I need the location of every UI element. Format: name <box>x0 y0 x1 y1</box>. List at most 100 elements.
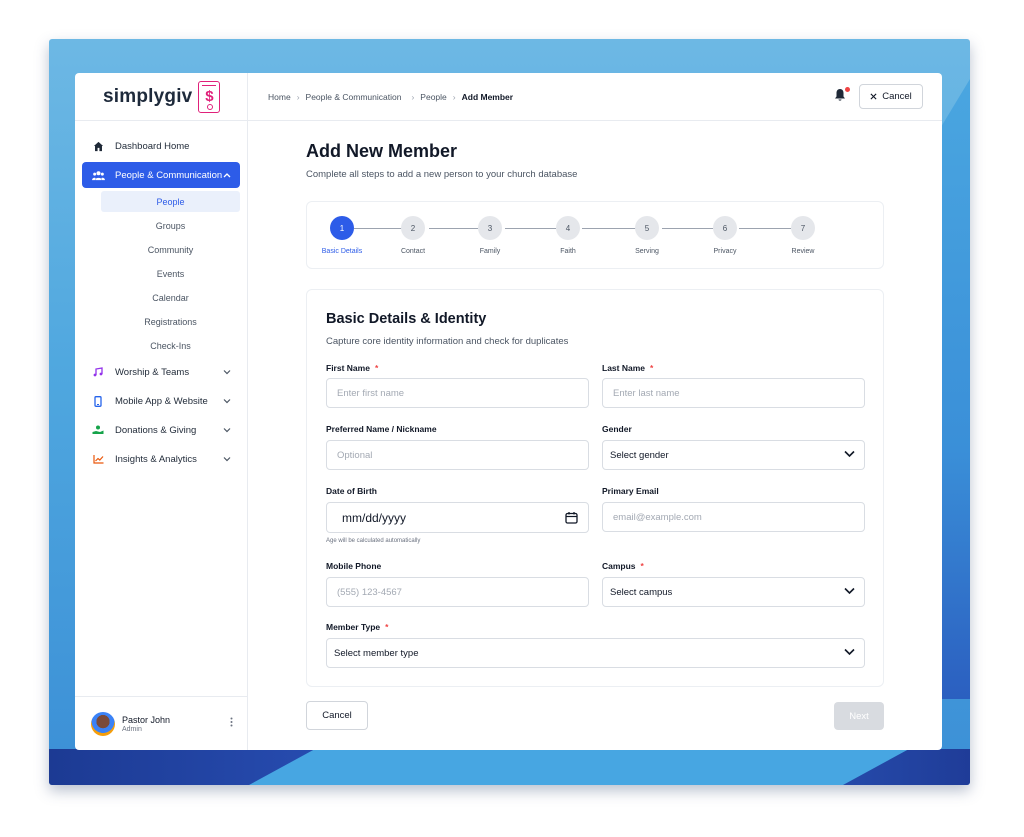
sidebar-subitem-label: Registrations <box>144 316 197 327</box>
mobile-phone-label: Mobile Phone <box>326 561 382 571</box>
sidebar-subitem-check-ins[interactable]: Check-Ins <box>101 335 240 356</box>
first-name-input[interactable] <box>326 378 589 408</box>
sidebar-subitem-calendar[interactable]: Calendar <box>101 287 240 308</box>
email-input[interactable] <box>602 502 865 532</box>
step-number: 1 <box>330 216 354 240</box>
select-value: Select member type <box>334 647 419 659</box>
last-name-input[interactable] <box>602 378 865 408</box>
sidebar-item-donations-giving[interactable]: Donations & Giving <box>82 417 240 443</box>
kebab-menu-icon[interactable] <box>230 717 233 730</box>
step-contact[interactable]: 2 Contact <box>393 216 433 255</box>
last-name-label: Last Name * <box>602 363 653 373</box>
backdrop-shape <box>249 749 909 785</box>
form-subtitle: Capture core identity information and ch… <box>326 336 569 347</box>
cancel-button[interactable]: Cancel <box>306 701 368 730</box>
sidebar-subitem-community[interactable]: Community <box>101 239 240 260</box>
sidebar-subitem-events[interactable]: Events <box>101 263 240 284</box>
logo-glyph: $ <box>205 88 214 105</box>
step-number: 6 <box>713 216 737 240</box>
form-card: Basic Details & Identity Capture core id… <box>306 289 884 687</box>
backdrop-shape <box>940 79 970 699</box>
dob-input[interactable]: mm/dd/yyyy <box>326 502 589 533</box>
next-label: Next <box>849 710 869 722</box>
gender-select[interactable]: Select gender <box>602 440 865 470</box>
sidebar-item-worship-teams[interactable]: Worship & Teams <box>82 359 240 385</box>
music-note-icon <box>91 365 105 379</box>
member-type-select[interactable]: Select member type <box>326 638 865 668</box>
step-number: 3 <box>478 216 502 240</box>
user-profile[interactable]: Pastor John Admin <box>75 696 247 750</box>
select-value: Select gender <box>610 449 669 461</box>
step-number: 4 <box>556 216 580 240</box>
step-serving[interactable]: 5 Serving <box>627 216 667 255</box>
label-text: Member Type <box>326 622 381 632</box>
breadcrumb-people[interactable]: People <box>420 92 446 102</box>
breadcrumb: Home › People & Communication › People ›… <box>268 92 513 102</box>
step-privacy[interactable]: 6 Privacy <box>705 216 745 255</box>
breadcrumb-people-communication[interactable]: People & Communication <box>306 92 402 102</box>
step-label: Review <box>791 248 815 255</box>
chevron-down-icon <box>223 367 231 377</box>
cancel-top-button[interactable]: Cancel <box>859 84 923 109</box>
breadcrumb-home[interactable]: Home <box>268 92 291 102</box>
member-type-label: Member Type * <box>326 622 388 632</box>
required-asterisk: * <box>374 363 379 373</box>
dob-value: mm/dd/yyyy <box>342 510 407 525</box>
mobile-phone-input[interactable] <box>326 577 589 607</box>
breadcrumb-current: Add Member <box>461 91 514 102</box>
logo[interactable]: simplygiv $ <box>75 73 247 121</box>
sidebar-subitem-label: People <box>156 196 185 207</box>
step-label: Basic Details <box>321 248 363 255</box>
sidebar-subitem-people[interactable]: People <box>101 191 240 212</box>
campus-label: Campus * <box>602 561 644 571</box>
dob-label: Date of Birth <box>326 486 377 496</box>
cancel-label: Cancel <box>322 710 352 721</box>
step-number: 5 <box>635 216 659 240</box>
users-icon <box>91 168 105 182</box>
step-number: 7 <box>791 216 815 240</box>
step-basic-details[interactable]: 1 Basic Details <box>322 216 362 255</box>
step-label: Serving <box>635 248 659 255</box>
close-icon <box>870 93 877 100</box>
sidebar-subitem-label: Check-Ins <box>150 340 191 351</box>
avatar <box>91 711 115 736</box>
profile-name: Pastor John <box>122 714 171 725</box>
home-icon <box>91 139 105 153</box>
select-value: Select campus <box>610 586 673 598</box>
next-button[interactable]: Next <box>834 702 884 730</box>
mobile-icon <box>91 394 105 408</box>
step-review[interactable]: 7 Review <box>783 216 823 255</box>
step-family[interactable]: 3 Family <box>470 216 510 255</box>
sidebar-subitem-groups[interactable]: Groups <box>101 215 240 236</box>
top-bar: Home › People & Communication › People ›… <box>248 73 942 121</box>
stepper: 1 Basic Details 2 Contact 3 Family 4 Fai… <box>306 201 884 269</box>
step-label: Faith <box>560 248 576 255</box>
sidebar-item-people-communication[interactable]: People & Communication <box>82 162 240 188</box>
preferred-name-input[interactable] <box>326 440 589 470</box>
campus-select[interactable]: Select campus <box>602 577 865 607</box>
hand-coin-icon <box>91 423 105 437</box>
sidebar-subitem-registrations[interactable]: Registrations <box>101 311 240 332</box>
label-text: Last Name <box>602 363 645 373</box>
chevron-down-icon <box>844 587 855 598</box>
chevron-down-icon <box>223 425 231 435</box>
sidebar-nav: Dashboard Home People & Communication Pe… <box>75 121 247 475</box>
chevron-right-icon: › <box>411 91 415 102</box>
step-faith[interactable]: 4 Faith <box>548 216 588 255</box>
sidebar-item-insights-analytics[interactable]: Insights & Analytics <box>82 446 240 472</box>
cancel-top-label: Cancel <box>882 91 912 102</box>
sidebar-item-dashboard-home[interactable]: Dashboard Home <box>82 133 240 159</box>
chevron-down-icon <box>223 396 231 406</box>
required-asterisk: * <box>385 622 389 632</box>
sidebar-item-label: People & Communication <box>115 169 223 181</box>
chevron-down-icon <box>844 450 855 461</box>
sidebar-item-mobile-app-website[interactable]: Mobile App & Website <box>82 388 240 414</box>
sidebar-item-label: Dashboard Home <box>115 140 190 152</box>
required-asterisk: * <box>640 561 644 571</box>
label-text: First Name <box>326 363 370 373</box>
notification-bell-icon[interactable] <box>834 87 850 104</box>
calendar-icon[interactable] <box>565 511 578 527</box>
dob-hint: Age will be calculated automatically <box>326 538 421 544</box>
form-title: Basic Details & Identity <box>326 311 487 327</box>
sidebar-subitem-label: Groups <box>155 220 186 231</box>
